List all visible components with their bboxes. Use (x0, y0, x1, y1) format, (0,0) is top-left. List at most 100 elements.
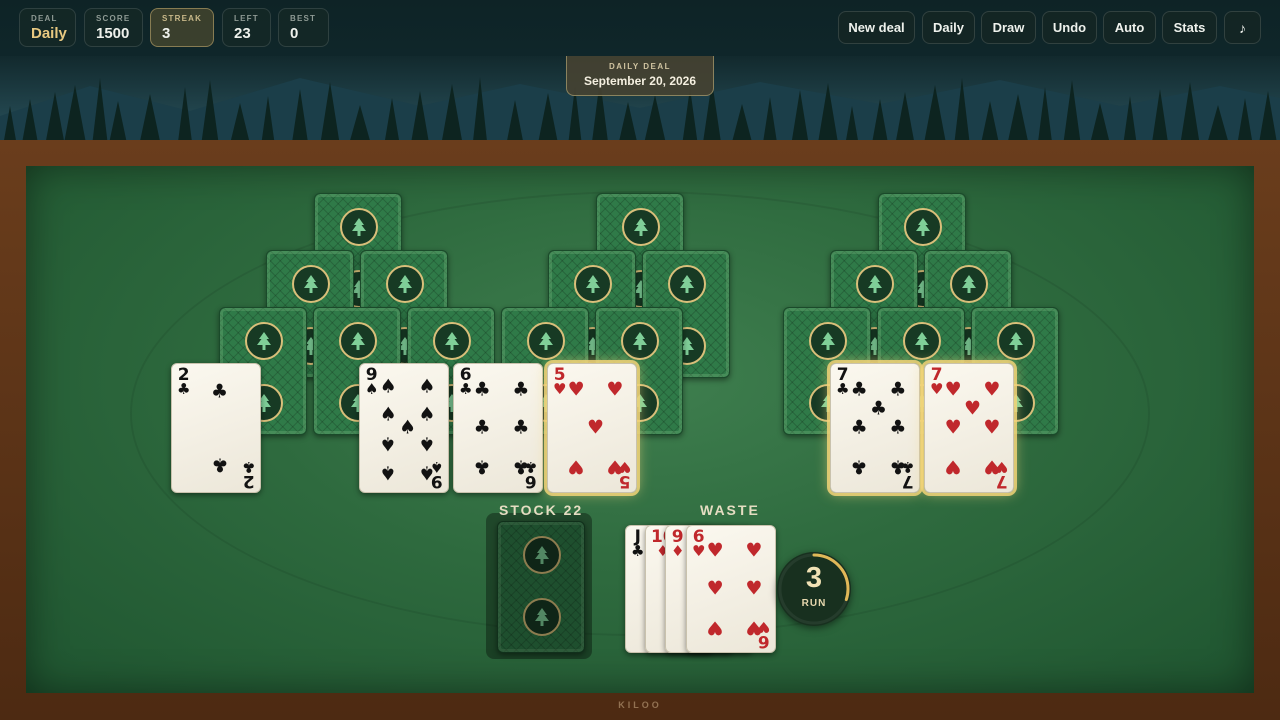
card-corner-index: 7 ♥ (930, 367, 944, 398)
stat-left-label: LEFT (234, 14, 259, 23)
card-pip-icon: ♣ (889, 455, 907, 478)
draw-button[interactable]: Draw (981, 11, 1036, 44)
card-pip-icon: ♣ (869, 397, 888, 420)
card-suit-icon: ♥ (930, 380, 944, 398)
card-pip-icon: ♠ (379, 375, 397, 398)
stat-deal: DEAL Daily (19, 8, 76, 47)
card-pip-icon: ♥ (944, 416, 962, 439)
card-suit-icon: ♣ (241, 458, 255, 476)
card-suit-icon: ♥ (553, 380, 567, 398)
card-corner-index: 6 ♣ (459, 367, 473, 398)
pine-tree-icon (809, 322, 847, 360)
stat-best: BEST 0 (278, 8, 329, 47)
stat-deal-value: Daily (31, 25, 67, 42)
tableau-card-7-red[interactable]: 7 ♥ 7 ♥ ♥ ♥ ♥ ♥ ♥ ♥ ♥ (924, 363, 1014, 493)
card-corner-index: 2 ♣ (241, 458, 255, 491)
card-pip-icon: ♥ (983, 416, 1001, 439)
auto-button[interactable]: Auto (1103, 11, 1156, 44)
card-pip-icon: ♣ (512, 378, 530, 401)
card-pip-icon: ♣ (889, 416, 907, 439)
stock-label: STOCK 22 (499, 502, 584, 518)
tableau-card-7-black[interactable]: 7 ♣ 7 ♣ ♣ ♣ ♣ ♣ ♣ ♣ ♣ (830, 363, 920, 493)
card-pip-icon: ♣ (850, 378, 868, 401)
pine-tree-icon (340, 208, 378, 246)
card-suit-icon: ♥ (692, 542, 706, 560)
music-note-icon: ♪ (1239, 19, 1246, 36)
stat-streak-label: STREAK (162, 14, 203, 23)
card-suit-icon: ♣ (177, 380, 191, 398)
card-pip-icon: ♥ (944, 455, 962, 478)
stat-best-label: BEST (290, 14, 317, 23)
card-pip-icon: ♠ (418, 461, 436, 484)
card-suit-icon: ♣ (459, 380, 473, 398)
card-pip-icon: ♠ (379, 461, 397, 484)
card-pip-icon: ♥ (745, 577, 763, 600)
brand-footer: KILOO (618, 700, 662, 710)
tableau-card-5-red[interactable]: 5 ♥ 5 ♥ ♥ ♥ ♥ ♥ ♥ (547, 363, 637, 493)
run-value: 3 (805, 562, 823, 594)
daily-button[interactable]: Daily (922, 11, 975, 44)
card-corner-index: J ♣ (631, 529, 645, 560)
card-pip-icon: ♥ (944, 378, 962, 401)
stat-streak: STREAK 3 (150, 8, 214, 47)
card-pip-icon: ♠ (398, 416, 417, 439)
card-suit-icon: ♣ (631, 542, 645, 560)
card-pip-icon: ♥ (745, 616, 763, 639)
game-screen: DEAL Daily SCORE 1500 STREAK 3 LEFT 23 B… (0, 0, 1280, 720)
pine-tree-icon (904, 208, 942, 246)
waste-label: WASTE (700, 502, 760, 518)
card-pip-icon: ♥ (963, 397, 982, 420)
card-pip-icon: ♥ (586, 416, 605, 439)
card-corner-index: 7 ♣ (836, 367, 849, 397)
card-pip-icon: ♠ (379, 432, 397, 455)
pine-tree-icon (339, 322, 377, 360)
waste-card-6[interactable]: 6 ♥ 6 ♥ ♥ ♥ ♥ ♥ ♥ ♥ (686, 525, 776, 653)
tableau-card-2-black[interactable]: 2 ♣ 2 ♣ ♣ ♣ (171, 363, 261, 493)
tableau-card-6-black[interactable]: 6 ♣ 6 ♣ ♣ ♣ ♣ ♣ ♣ ♣ (453, 363, 543, 493)
pine-tree-icon (574, 265, 612, 303)
card-pip-icon: ♣ (210, 453, 229, 476)
card-corner-index: 9 ♦ (671, 529, 685, 560)
stock-shadow (486, 513, 592, 659)
card-suit-icon: ♠ (365, 380, 379, 398)
card-pip-icon: ♥ (706, 577, 724, 600)
card-suit-icon: ♦ (671, 542, 685, 560)
stat-left-value: 23 (234, 25, 251, 42)
run-counter: 3 RUN (777, 552, 851, 626)
daily-deal-label: DAILY DEAL (608, 62, 672, 71)
pine-tree-icon (997, 322, 1035, 360)
card-pip-icon: ♥ (983, 455, 1001, 478)
card-pip-icon: ♣ (473, 378, 491, 401)
card-pip-icon: ♥ (567, 455, 585, 478)
daily-deal-date: September 20, 2026 (583, 74, 697, 88)
music-button[interactable]: ♪ (1224, 11, 1261, 44)
card-corner-index: 6 ♥ (692, 529, 706, 560)
stat-score-value: 1500 (96, 25, 130, 42)
card-pip-icon: ♠ (418, 403, 436, 426)
card-pip-icon: ♥ (983, 378, 1001, 401)
stat-left: LEFT 23 (222, 8, 271, 47)
pine-tree-icon (621, 322, 659, 360)
card-pip-icon: ♠ (379, 403, 397, 426)
pine-tree-icon (386, 265, 424, 303)
new-deal-button[interactable]: New deal (838, 11, 915, 44)
card-pip-icon: ♣ (473, 416, 491, 439)
tableau-card-9-black[interactable]: 9 ♠ 9 ♠ ♠ ♠ ♠ ♠ ♠ ♠ ♠ ♠ ♠ (359, 363, 449, 493)
card-pip-icon: ♥ (706, 616, 724, 639)
pine-tree-icon (856, 265, 894, 303)
card-pip-icon: ♥ (745, 539, 763, 562)
stats-button[interactable]: Stats (1162, 11, 1217, 44)
card-corner-index: 5 ♥ (553, 367, 567, 398)
stat-streak-value: 3 (162, 25, 171, 42)
run-label: RUN (801, 598, 827, 609)
stat-score: SCORE 1500 (84, 8, 143, 47)
top-bar: DEAL Daily SCORE 1500 STREAK 3 LEFT 23 B… (0, 0, 1280, 56)
card-pip-icon: ♣ (512, 455, 530, 478)
undo-button[interactable]: Undo (1042, 11, 1097, 44)
pine-tree-icon (433, 322, 471, 360)
stat-best-value: 0 (290, 25, 299, 42)
card-pip-icon: ♣ (473, 455, 491, 478)
card-pip-icon: ♣ (889, 378, 907, 401)
pine-tree-icon (668, 265, 706, 303)
card-corner-index: 9 ♠ (365, 367, 379, 398)
